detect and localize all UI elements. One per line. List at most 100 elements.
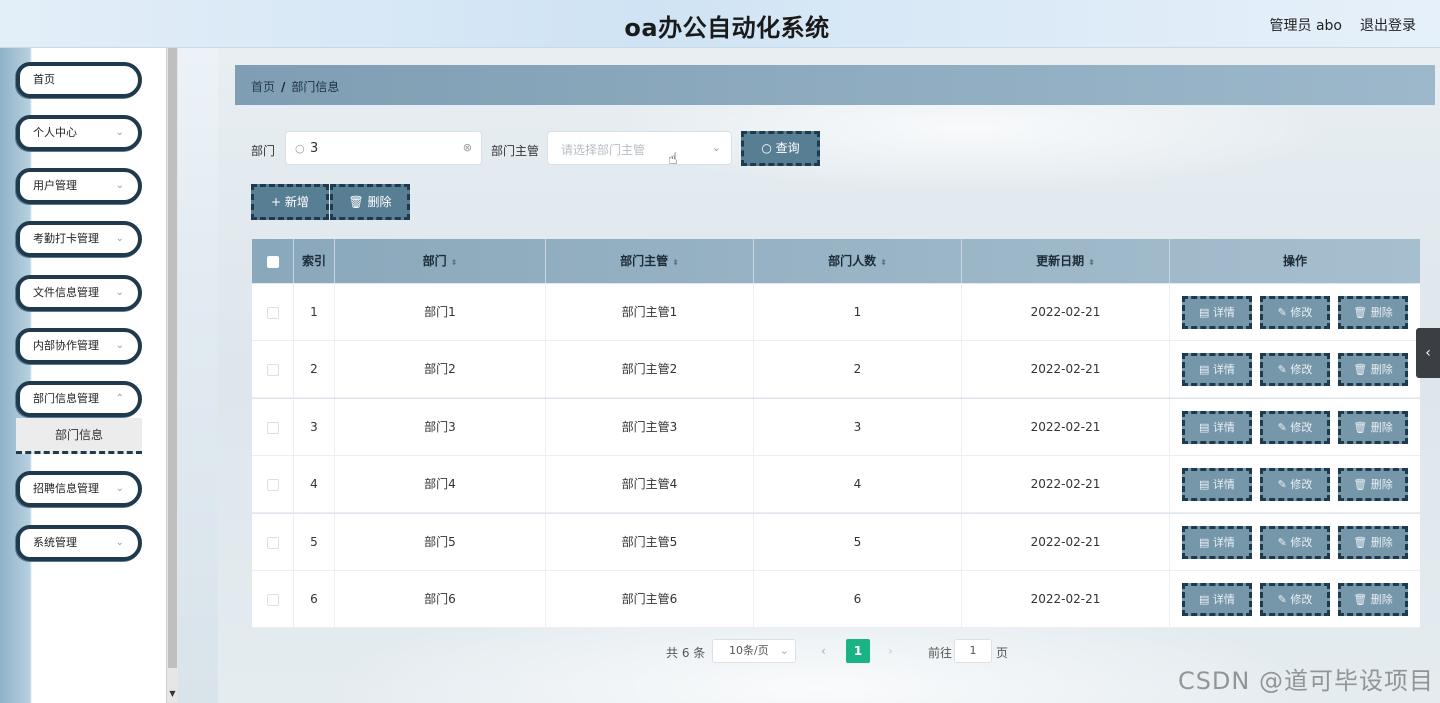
chevron-down-icon: ⌄ bbox=[115, 233, 124, 244]
document-icon: ▤ bbox=[1199, 421, 1213, 434]
row-select-cell[interactable] bbox=[252, 514, 294, 571]
row-delete-button[interactable]: 🗑 删除 bbox=[1338, 526, 1408, 559]
row-delete-button[interactable]: 🗑 删除 bbox=[1338, 296, 1408, 329]
submenu-item-dept-info[interactable]: 部门信息 bbox=[16, 418, 142, 454]
sort-icon[interactable]: ⬍ bbox=[451, 258, 458, 267]
sort-icon[interactable]: ⬍ bbox=[880, 258, 887, 267]
scroll-down-icon[interactable]: ▼ bbox=[168, 689, 177, 701]
chevron-left-icon[interactable]: ‹ bbox=[1416, 328, 1440, 378]
sidebar-scroll-thumb[interactable] bbox=[168, 48, 177, 668]
sidebar-item-label: 系统管理 bbox=[33, 536, 77, 549]
detail-button[interactable]: ▤ 详情 bbox=[1182, 411, 1252, 444]
edit-label: 修改 bbox=[1290, 421, 1313, 434]
col-date[interactable]: 更新日期 ⬍ bbox=[962, 239, 1170, 283]
row-delete-button[interactable]: 🗑 删除 bbox=[1338, 468, 1408, 501]
logout-link[interactable]: 退出登录 bbox=[1360, 15, 1416, 35]
cell-actions: ▤ 详情 ✎ 修改 🗑 删除 bbox=[1170, 284, 1420, 341]
edit-button[interactable]: ✎ 修改 bbox=[1260, 583, 1330, 616]
edit-button[interactable]: ✎ 修改 bbox=[1260, 353, 1330, 386]
sidebar-item-recruiting[interactable]: 招聘信息管理 ⌄ bbox=[16, 471, 142, 507]
edit-button[interactable]: ✎ 修改 bbox=[1260, 296, 1330, 329]
manager-select[interactable]: 请选择部门主管 ⌄ bbox=[547, 131, 732, 165]
detail-button[interactable]: ▤ 详情 bbox=[1182, 296, 1252, 329]
detail-label: 详情 bbox=[1212, 421, 1235, 434]
row-delete-button[interactable]: 🗑 删除 bbox=[1338, 411, 1408, 444]
edit-label: 修改 bbox=[1290, 536, 1313, 549]
cell-count: 4 bbox=[754, 456, 962, 513]
sort-icon[interactable]: ⬍ bbox=[672, 258, 679, 267]
row-checkbox[interactable] bbox=[266, 421, 279, 434]
row-delete-label: 删除 bbox=[1370, 593, 1393, 606]
sidebar-item-departments[interactable]: 部门信息管理 ⌃ bbox=[16, 381, 142, 417]
breadcrumb-bar bbox=[235, 65, 1435, 105]
pencil-icon: ✎ bbox=[1277, 421, 1291, 434]
trash-icon: 🗑 bbox=[348, 195, 368, 209]
sidebar-item-label: 用户管理 bbox=[33, 179, 77, 192]
detail-button[interactable]: ▤ 详情 bbox=[1182, 526, 1252, 559]
top-header: oa办公自动化系统 管理员 abo 退出登录 bbox=[0, 0, 1440, 48]
sidebar-item-system[interactable]: 系统管理 ⌄ bbox=[16, 525, 142, 561]
sidebar-item-attendance[interactable]: 考勤打卡管理 ⌄ bbox=[16, 221, 142, 257]
cell-index: 3 bbox=[294, 399, 335, 456]
row-delete-label: 删除 bbox=[1370, 363, 1393, 376]
row-checkbox[interactable] bbox=[266, 536, 279, 549]
edit-button[interactable]: ✎ 修改 bbox=[1260, 526, 1330, 559]
next-page-icon[interactable]: › bbox=[888, 644, 893, 658]
row-checkbox[interactable] bbox=[266, 593, 279, 606]
row-delete-button[interactable]: 🗑 删除 bbox=[1338, 583, 1408, 616]
dept-search-input[interactable]: ○ 3 ⊗ bbox=[285, 131, 482, 165]
col-count[interactable]: 部门人数 ⬍ bbox=[754, 239, 962, 283]
row-select-cell[interactable] bbox=[252, 571, 294, 628]
row-checkbox[interactable] bbox=[266, 306, 279, 319]
cell-date: 2022-02-21 bbox=[962, 571, 1170, 628]
goto-page-input[interactable]: 1 bbox=[954, 639, 992, 663]
cell-index: 6 bbox=[294, 571, 335, 628]
sidebar-item-users[interactable]: 用户管理 ⌄ bbox=[16, 168, 142, 204]
sidebar-item-collab[interactable]: 内部协作管理 ⌄ bbox=[16, 328, 142, 364]
pencil-icon: ✎ bbox=[1277, 478, 1291, 491]
edit-button[interactable]: ✎ 修改 bbox=[1260, 468, 1330, 501]
detail-button[interactable]: ▤ 详情 bbox=[1182, 583, 1252, 616]
document-icon: ▤ bbox=[1199, 306, 1213, 319]
sort-icon[interactable]: ⬍ bbox=[1088, 258, 1095, 267]
cell-index: 5 bbox=[294, 514, 335, 571]
row-delete-label: 删除 bbox=[1370, 421, 1393, 434]
row-select-cell[interactable] bbox=[252, 456, 294, 513]
row-select-cell[interactable] bbox=[252, 399, 294, 456]
row-select-cell[interactable] bbox=[252, 284, 294, 341]
breadcrumb-home[interactable]: 首页 bbox=[251, 80, 275, 94]
chevron-down-icon: ⌄ bbox=[115, 483, 124, 494]
bulk-delete-button[interactable]: 🗑 删除 bbox=[330, 184, 410, 220]
sidebar-item-personal[interactable]: 个人中心 ⌄ bbox=[16, 115, 142, 151]
breadcrumb: 首页 / 部门信息 bbox=[251, 78, 339, 95]
cell-index: 4 bbox=[294, 456, 335, 513]
edit-button[interactable]: ✎ 修改 bbox=[1260, 411, 1330, 444]
row-checkbox[interactable] bbox=[266, 363, 279, 376]
chevron-down-icon: ⌄ bbox=[115, 127, 124, 138]
cell-manager: 部门主管5 bbox=[546, 514, 754, 571]
row-checkbox[interactable] bbox=[266, 478, 279, 491]
col-label: 部门 bbox=[422, 254, 447, 268]
add-button[interactable]: + 新增 bbox=[251, 184, 329, 220]
detail-button[interactable]: ▤ 详情 bbox=[1182, 353, 1252, 386]
page-size-select[interactable]: 10条/页 ⌄ bbox=[712, 639, 796, 663]
select-all-checkbox[interactable] bbox=[266, 255, 279, 268]
detail-button[interactable]: ▤ 详情 bbox=[1182, 468, 1252, 501]
row-delete-label: 删除 bbox=[1370, 536, 1393, 549]
cell-manager: 部门主管3 bbox=[546, 399, 754, 456]
col-manager[interactable]: 部门主管 ⬍ bbox=[546, 239, 754, 283]
sidebar-item-files[interactable]: 文件信息管理 ⌄ bbox=[16, 275, 142, 311]
page-1-button[interactable]: 1 bbox=[846, 639, 870, 663]
sidebar-item-home[interactable]: 首页 bbox=[16, 62, 142, 98]
chevron-down-icon: ⌄ bbox=[779, 644, 789, 657]
row-select-cell[interactable] bbox=[252, 341, 294, 398]
query-button[interactable]: ○ 查询 bbox=[741, 131, 820, 166]
dept-label: 部门 bbox=[251, 144, 276, 158]
prev-page-icon[interactable]: ‹ bbox=[821, 644, 826, 658]
detail-label: 详情 bbox=[1212, 536, 1235, 549]
row-delete-button[interactable]: 🗑 删除 bbox=[1338, 353, 1408, 386]
col-dept[interactable]: 部门 ⬍ bbox=[335, 239, 546, 283]
cell-index: 2 bbox=[294, 341, 335, 398]
select-all-cell[interactable] bbox=[252, 239, 294, 283]
clear-icon[interactable]: ⊗ bbox=[463, 141, 472, 154]
